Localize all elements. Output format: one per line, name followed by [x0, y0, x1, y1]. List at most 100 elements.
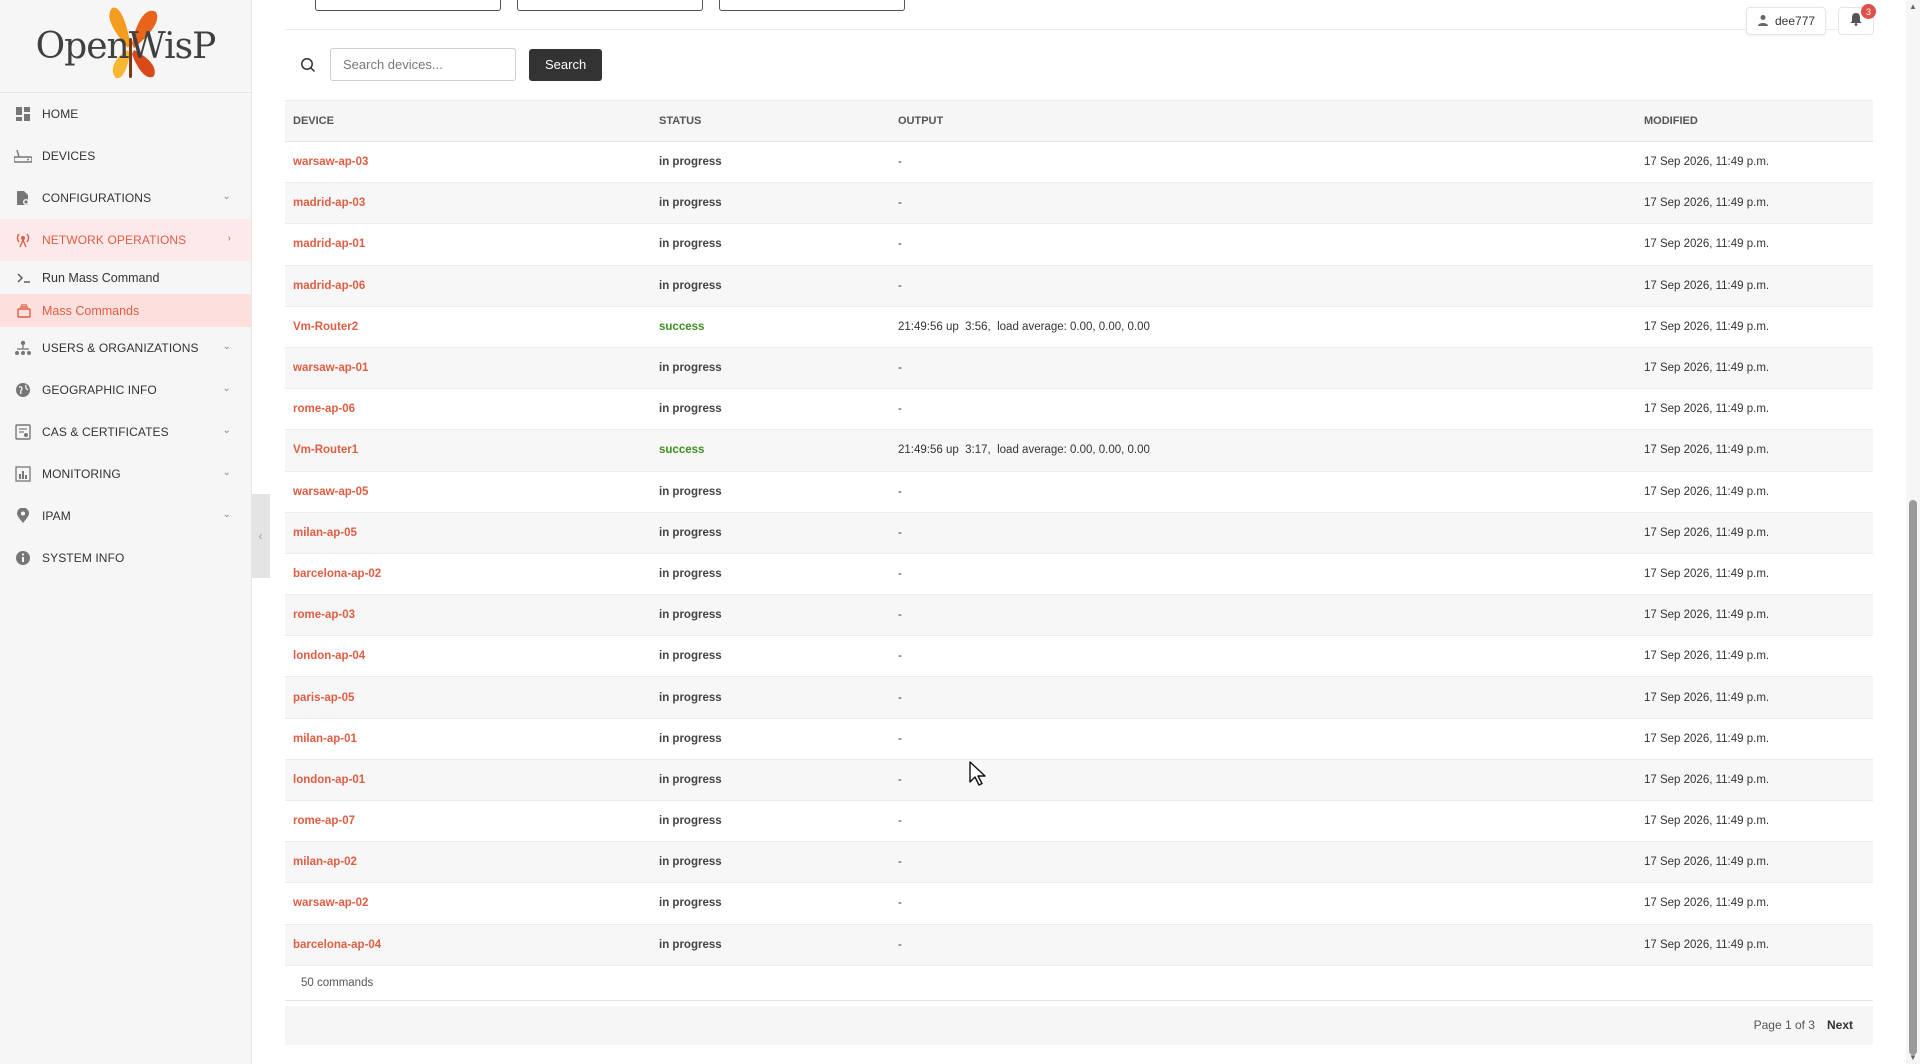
device-link[interactable]: warsaw-ap-02: [293, 897, 368, 909]
table-row: warsaw-ap-03 in progress -17 Sep 2026, 11:…: [285, 141, 1873, 184]
device-link[interactable]: rome-ap-07: [293, 815, 355, 827]
sidebar-item-system-info[interactable]: SYSTEM INFO: [0, 537, 251, 579]
sidebar-item-configurations[interactable]: CONFIGURATIONS ⌄: [0, 177, 251, 219]
device-link[interactable]: warsaw-ap-01: [293, 362, 368, 374]
status-cell: in progress: [651, 676, 890, 719]
device-link[interactable]: warsaw-ap-03: [293, 156, 368, 168]
table-row: barcelona-ap-04 in progress -17 Sep 2026, …: [285, 924, 1873, 966]
column-header-modified[interactable]: MODIFIED: [1636, 100, 1873, 142]
sidebar-item-users-organizations[interactable]: USERS & ORGANIZATIONS ⌄: [0, 327, 251, 369]
device-cell: barcelona-ap-04: [285, 924, 651, 966]
sidebar-item-devices[interactable]: DEVICES: [0, 135, 251, 177]
sidebar-item-cas-certificates[interactable]: CAS & CERTIFICATES ⌄: [0, 411, 251, 453]
device-link[interactable]: milan-ap-01: [293, 733, 357, 745]
user-icon: [1757, 14, 1769, 29]
device-link[interactable]: warsaw-ap-05: [293, 486, 368, 498]
device-cell: rome-ap-07: [285, 800, 651, 843]
device-link[interactable]: Vm-Router2: [293, 321, 358, 333]
column-header-output[interactable]: OUTPUT: [890, 100, 1636, 142]
sidebar-subitem-run-mass-command[interactable]: Run Mass Command: [0, 261, 251, 294]
openwisp-logo[interactable]: OpenWisP: [0, 0, 251, 93]
device-cell: warsaw-ap-03: [285, 141, 651, 184]
scroll-down-arrow-icon[interactable]: ▼: [1909, 1053, 1917, 1062]
device-link[interactable]: madrid-ap-03: [293, 197, 365, 209]
sidebar-collapse-handle[interactable]: ‹: [251, 494, 270, 578]
modified-cell: 17 Sep 2026, 11:49 p.m.: [1636, 718, 1873, 760]
sidebar-item-geographic-info[interactable]: GEOGRAPHIC INFO ⌄: [0, 369, 251, 411]
filter-select[interactable]: [315, 0, 501, 11]
filter-bar: [315, 0, 905, 11]
device-cell: madrid-ap-06: [285, 265, 651, 307]
modified-cell: 17 Sep 2026, 11:49 p.m.: [1636, 223, 1873, 266]
table-row: Vm-Router1 success 21:49:56 up 3:17, load …: [285, 429, 1873, 472]
table-row: rome-ap-07 in progress -17 Sep 2026, 11:49…: [285, 800, 1873, 843]
table-row: paris-ap-05 in progress -17 Sep 2026, 11:4…: [285, 676, 1873, 719]
modified-cell: 17 Sep 2026, 11:49 p.m.: [1636, 429, 1873, 472]
sidebar-subitem-mass-commands[interactable]: Mass Commands: [0, 294, 251, 327]
notifications-button[interactable]: 3: [1838, 4, 1876, 35]
status-cell: in progress: [651, 800, 890, 843]
search-button[interactable]: Search: [529, 48, 603, 81]
status-cell: in progress: [651, 924, 890, 966]
sidebar: OpenWisP HOME DEVICES CONFIGURATIONS ⌄ N…: [0, 0, 252, 1064]
notification-badge: 3: [1861, 4, 1876, 19]
scroll-up-arrow-icon[interactable]: ▲: [1909, 2, 1917, 11]
filter-select[interactable]: [719, 0, 905, 11]
device-link[interactable]: paris-ap-05: [293, 692, 354, 704]
device-cell: madrid-ap-01: [285, 223, 651, 266]
device-link[interactable]: barcelona-ap-02: [293, 568, 381, 580]
search-input[interactable]: [330, 48, 516, 81]
device-link[interactable]: barcelona-ap-04: [293, 939, 381, 951]
status-cell: in progress: [651, 635, 890, 678]
page-scrollbar[interactable]: ▲ ▼: [1906, 0, 1920, 1064]
output-cell: 21:49:56 up 3:17, load average: 0.00, 0.…: [890, 429, 1636, 472]
device-cell: rome-ap-06: [285, 388, 651, 431]
sidebar-item-ipam[interactable]: IPAM ⌄: [0, 495, 251, 537]
sidebar-item-label: GEOGRAPHIC INFO: [42, 383, 157, 397]
modified-cell: 17 Sep 2026, 11:49 p.m.: [1636, 347, 1873, 390]
device-link[interactable]: madrid-ap-06: [293, 280, 365, 292]
sidebar-item-label: CONFIGURATIONS: [42, 191, 152, 205]
table-row: milan-ap-05 in progress -17 Sep 2026, 11:4…: [285, 512, 1873, 554]
device-link[interactable]: madrid-ap-01: [293, 238, 365, 250]
status-cell: success: [651, 429, 890, 472]
device-link[interactable]: Vm-Router1: [293, 444, 358, 456]
chevron-down-icon: ⌄: [222, 383, 231, 394]
table-row: Vm-Router2 success 21:49:56 up 3:56, load …: [285, 306, 1873, 348]
device-cell: barcelona-ap-02: [285, 553, 651, 596]
dashboard-icon: [14, 105, 32, 123]
status-cell: in progress: [651, 718, 890, 760]
output-cell: -: [890, 841, 1636, 884]
scrollbar-thumb[interactable]: [1909, 500, 1917, 1055]
stack-icon: [16, 303, 32, 318]
table-row: barcelona-ap-02 in progress -17 Sep 2026, …: [285, 553, 1873, 596]
user-menu-button[interactable]: dee777: [1746, 7, 1827, 35]
device-link[interactable]: london-ap-01: [293, 774, 365, 786]
info-icon: [14, 549, 32, 567]
device-link[interactable]: rome-ap-03: [293, 609, 355, 621]
sidebar-item-network-operations[interactable]: NETWORK OPERATIONS ›: [0, 219, 251, 261]
table-header-row: DEVICE STATUS OUTPUT MODIFIED: [285, 100, 1873, 142]
mass-command-results: DEVICE STATUS OUTPUT MODIFIED warsaw-ap-…: [285, 100, 1873, 1045]
sidebar-nav: HOME DEVICES CONFIGURATIONS ⌄ NETWORK OP…: [0, 93, 251, 579]
sidebar-item-label: USERS & ORGANIZATIONS: [42, 341, 199, 355]
sidebar-item-home[interactable]: HOME: [0, 93, 251, 135]
chevron-down-icon: ⌄: [222, 191, 231, 202]
column-header-device[interactable]: DEVICE: [285, 100, 651, 142]
filter-select[interactable]: [517, 0, 703, 11]
sidebar-item-monitoring[interactable]: MONITORING ⌄: [0, 453, 251, 495]
device-link[interactable]: milan-ap-05: [293, 527, 357, 539]
column-header-status[interactable]: STATUS: [651, 100, 890, 142]
sidebar-item-label: IPAM: [42, 509, 71, 523]
output-cell: -: [890, 635, 1636, 678]
modified-cell: 17 Sep 2026, 11:49 p.m.: [1636, 841, 1873, 884]
modified-cell: 17 Sep 2026, 11:49 p.m.: [1636, 800, 1873, 843]
device-link[interactable]: london-ap-04: [293, 650, 365, 662]
chevron-down-icon: ⌄: [222, 341, 231, 352]
device-link[interactable]: milan-ap-02: [293, 856, 357, 868]
device-cell: madrid-ap-03: [285, 182, 651, 225]
next-page-link[interactable]: Next: [1827, 1018, 1853, 1032]
chart-icon: [14, 465, 32, 483]
username: dee777: [1775, 14, 1816, 28]
device-link[interactable]: rome-ap-06: [293, 403, 355, 415]
